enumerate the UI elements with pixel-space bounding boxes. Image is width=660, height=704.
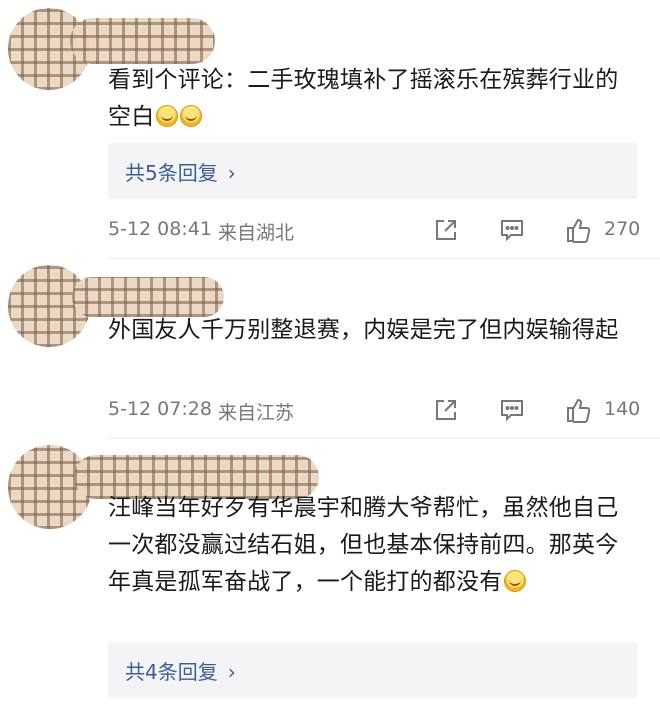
timestamp: 5-12 08:41 — [108, 218, 212, 240]
like-count: 270 — [604, 218, 641, 240]
like-count: 140 — [604, 398, 641, 420]
replies-label: 共4条回复 — [125, 660, 218, 684]
username-redacted[interactable] — [70, 18, 215, 64]
replies-label: 共5条回复 — [125, 161, 218, 185]
chevron-right-icon: › — [227, 660, 236, 684]
chevron-right-icon: › — [227, 161, 236, 185]
comment-2: 外国友人千万别整退赛，内娱是完了但内娱输得起 5-12 07:28 来自江苏 1… — [0, 259, 660, 439]
replies-button[interactable]: 共5条回复 › — [108, 143, 638, 199]
share-icon[interactable] — [432, 216, 460, 244]
comment-icon[interactable] — [498, 216, 526, 244]
username-redacted[interactable] — [72, 277, 224, 317]
comment-text: 看到个评论：二手玫瑰填补了摇滚乐在殡葬行业的空白 — [108, 67, 619, 130]
laugh-cry-emoji-icon — [504, 570, 527, 592]
location: 来自湖北 — [218, 222, 295, 244]
comment-text: 汪峰当年好歹有华晨宇和腾大爷帮忙，虽然他自己一次都没赢过结石姐，但也基本保持前四… — [108, 495, 619, 595]
comment-meta: 5-12 08:41 来自湖北 270 — [108, 216, 641, 246]
comment-3: 汪峰当年好歹有华晨宇和腾大爷帮忙，虽然他自己一次都没赢过结石姐，但也基本保持前四… — [0, 439, 660, 704]
comment-text: 外国友人千万别整退赛，内娱是完了但内娱输得起 — [108, 317, 619, 343]
location: 来自江苏 — [218, 402, 295, 424]
laugh-cry-emoji-icon — [156, 105, 179, 127]
share-icon[interactable] — [432, 396, 460, 424]
comment-icon[interactable] — [498, 396, 526, 424]
thumbs-up-icon[interactable] — [564, 396, 592, 424]
comment-1: 看到个评论：二手玫瑰填补了摇滚乐在殡葬行业的空白 共5条回复 › 5-12 08:… — [0, 0, 660, 250]
replies-button[interactable]: 共4条回复 › — [108, 642, 638, 698]
timestamp: 5-12 07:28 — [108, 398, 212, 420]
thumbs-up-icon[interactable] — [564, 216, 592, 244]
comment-meta: 5-12 07:28 来自江苏 140 — [108, 396, 641, 426]
laugh-cry-emoji-icon — [180, 105, 203, 127]
